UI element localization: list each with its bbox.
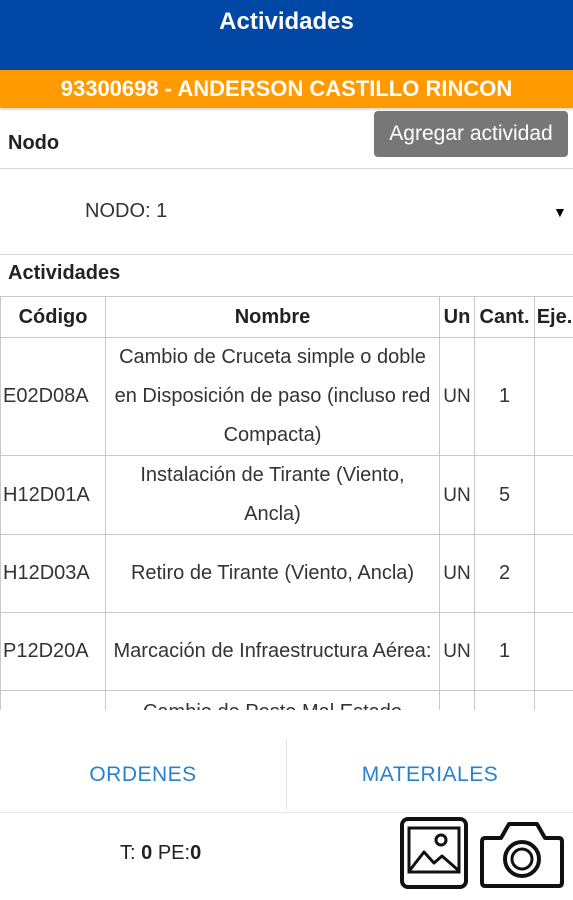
column-header-name: Nombre bbox=[105, 296, 440, 338]
table-header-row: Código Nombre Un Cant. Eje. bbox=[0, 296, 573, 338]
cell-name: Cambio de Cruceta simple o doble en Disp… bbox=[105, 337, 440, 456]
column-header-executed: Eje. bbox=[534, 296, 573, 338]
activities-table-container[interactable]: Código Nombre Un Cant. Eje. E02D08A Camb… bbox=[0, 296, 573, 710]
image-gallery-icon bbox=[400, 817, 468, 889]
cell-unit bbox=[439, 690, 475, 710]
pe-label: PE: bbox=[157, 842, 191, 864]
camera-button[interactable] bbox=[479, 818, 565, 890]
cell-unit: UN bbox=[439, 534, 475, 613]
cell-executed[interactable] bbox=[534, 690, 573, 710]
cell-executed[interactable] bbox=[534, 534, 573, 613]
table-row[interactable]: H12D03A Retiro de Tirante (Viento, Ancla… bbox=[0, 534, 573, 613]
cell-name: Retiro de Tirante (Viento, Ancla) bbox=[105, 534, 440, 613]
pe-value: 0 bbox=[190, 842, 202, 864]
cell-name: Marcación de Infraestructura Aérea: bbox=[105, 612, 440, 691]
t-value: 0 bbox=[141, 842, 153, 864]
cell-executed[interactable] bbox=[534, 337, 573, 456]
cell-code: P12D20A bbox=[0, 612, 106, 691]
ordenes-button[interactable]: ORDENES bbox=[0, 740, 286, 810]
column-header-quantity: Cant. bbox=[474, 296, 535, 338]
divider bbox=[0, 812, 573, 813]
add-activity-button[interactable]: Agregar actividad bbox=[374, 111, 568, 157]
table-row[interactable]: Cambio de Poste Mal Estado bbox=[0, 690, 573, 710]
cell-name: Instalación de Tirante (Viento, Ancla) bbox=[105, 455, 440, 535]
cell-quantity: 1 bbox=[474, 612, 535, 691]
cell-unit: UN bbox=[439, 455, 475, 535]
totals-text: T: 0 PE:0 bbox=[120, 842, 201, 865]
activities-table: Código Nombre Un Cant. Eje. E02D08A Camb… bbox=[0, 296, 573, 710]
cell-executed[interactable] bbox=[534, 455, 573, 535]
cell-code: H12D01A bbox=[0, 455, 106, 535]
user-bar: 93300698 - ANDERSON CASTILLO RINCON bbox=[0, 70, 573, 108]
column-header-code: Código bbox=[0, 296, 106, 338]
cell-executed[interactable] bbox=[534, 612, 573, 691]
cell-unit: UN bbox=[439, 612, 475, 691]
column-header-unit: Un bbox=[439, 296, 475, 338]
dropdown-caret-icon: ▼ bbox=[553, 204, 567, 220]
table-row[interactable]: H12D01A Instalación de Tirante (Viento, … bbox=[0, 455, 573, 535]
cell-code: H12D03A bbox=[0, 534, 106, 613]
page-title: Actividades bbox=[219, 8, 354, 35]
bottom-nav: ORDENES MATERIALES bbox=[0, 740, 573, 812]
divider bbox=[0, 254, 573, 255]
table-row[interactable]: P12D20A Marcación de Infraestructura Aér… bbox=[0, 612, 573, 691]
cell-quantity: 2 bbox=[474, 534, 535, 613]
gallery-button[interactable] bbox=[399, 816, 469, 890]
app-header: Actividades bbox=[0, 0, 573, 70]
cell-unit: UN bbox=[439, 337, 475, 456]
nodo-select-value: NODO: 1 bbox=[85, 200, 168, 222]
t-label: T: bbox=[120, 842, 136, 864]
cell-code: E02D08A bbox=[0, 337, 106, 456]
nodo-label: Nodo bbox=[8, 132, 60, 154]
cell-quantity: 1 bbox=[474, 337, 535, 456]
cell-code bbox=[0, 690, 106, 710]
activities-label: Actividades bbox=[8, 262, 121, 284]
divider bbox=[0, 168, 573, 169]
nodo-select[interactable]: NODO: 1 ▼ bbox=[0, 170, 573, 254]
camera-icon bbox=[480, 822, 564, 888]
cell-name: Cambio de Poste Mal Estado bbox=[105, 690, 440, 710]
cell-quantity bbox=[474, 690, 535, 710]
table-row[interactable]: E02D08A Cambio de Cruceta simple o doble… bbox=[0, 337, 573, 456]
materiales-button[interactable]: MATERIALES bbox=[287, 740, 573, 810]
cell-quantity: 5 bbox=[474, 455, 535, 535]
